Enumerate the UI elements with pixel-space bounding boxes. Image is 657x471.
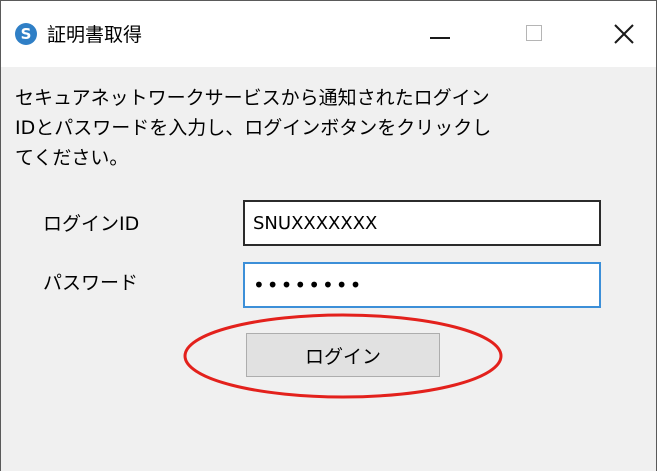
maximize-button[interactable] xyxy=(509,1,559,67)
login-id-input[interactable] xyxy=(243,200,601,246)
login-button[interactable]: ログイン xyxy=(246,333,440,377)
maximize-icon xyxy=(526,25,542,41)
password-input[interactable] xyxy=(243,262,601,308)
minimize-button[interactable] xyxy=(415,1,465,67)
instructions-text: セキュアネットワークサービスから通知されたログイン IDとパスワードを入力し、ロ… xyxy=(15,87,492,169)
close-button[interactable] xyxy=(599,1,649,67)
password-label: パスワード xyxy=(43,272,139,294)
login-id-label: ログインID xyxy=(43,213,140,235)
window-title: 証明書取得 xyxy=(47,24,143,46)
close-icon xyxy=(614,24,634,44)
certificate-dialog: S 証明書取得 セキュアネットワークサービスから通知されたログイン IDとパスワ… xyxy=(0,0,657,471)
title-bar: S 証明書取得 xyxy=(1,1,656,67)
minimize-icon xyxy=(430,37,450,39)
app-icon: S xyxy=(15,23,37,45)
